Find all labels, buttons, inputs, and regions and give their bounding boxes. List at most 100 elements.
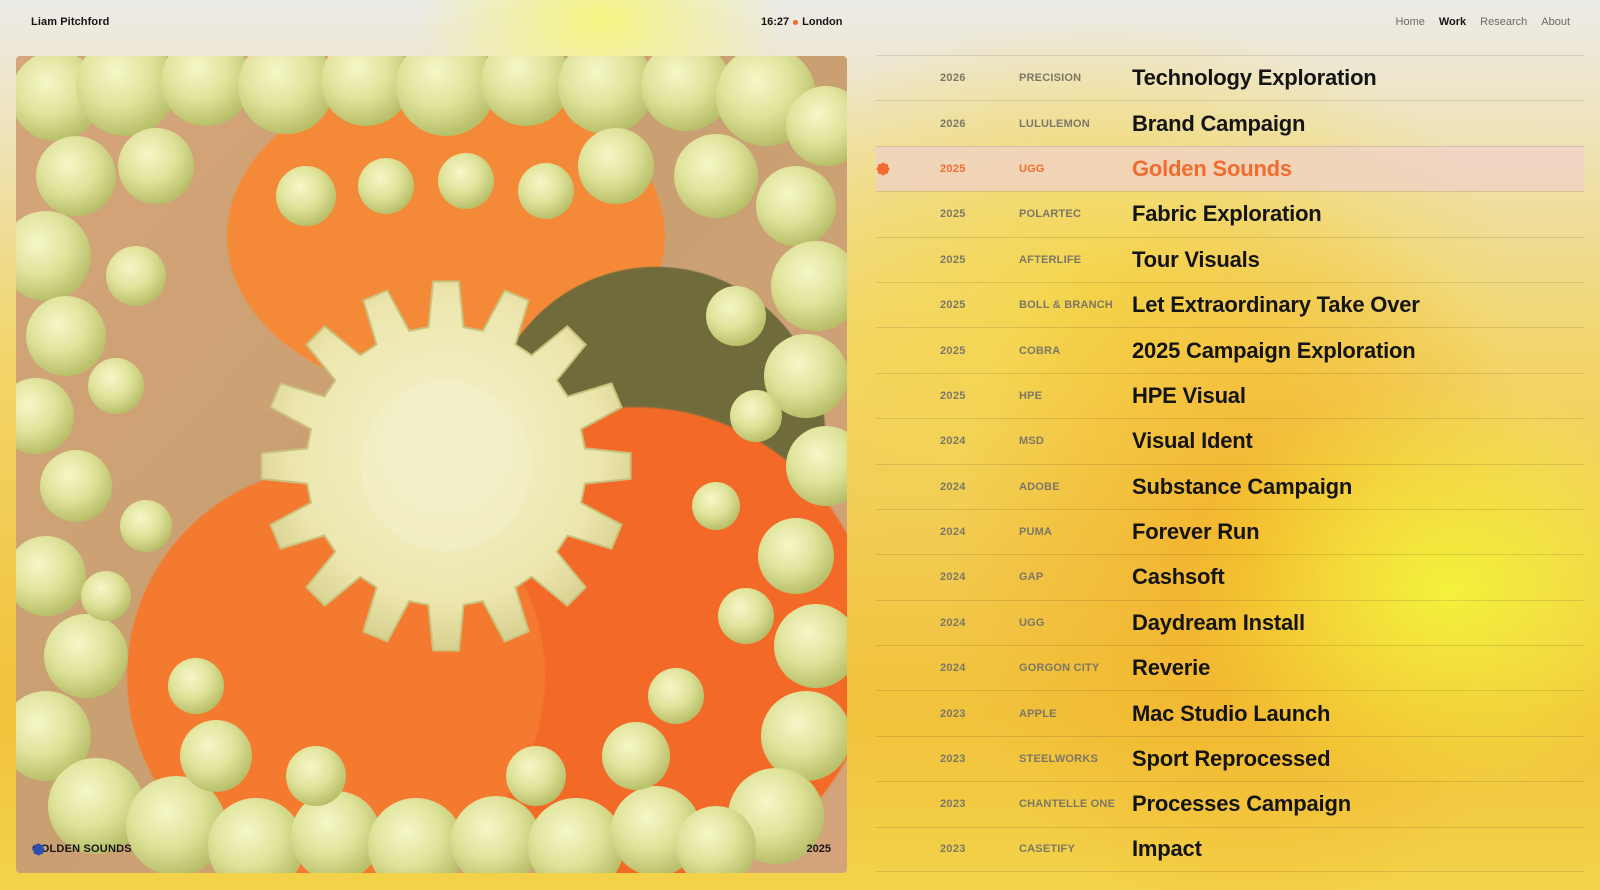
foam-blob <box>36 136 116 216</box>
project-title: HPE Visual <box>1132 382 1246 408</box>
project-title: Sport Reprocessed <box>1132 746 1331 772</box>
project-year: 2023 <box>940 798 966 811</box>
foam-blob <box>238 56 334 134</box>
project-client: BOLL & BRANCH <box>1019 299 1114 312</box>
project-row[interactable]: 2023 APPLE Mac Studio Launch <box>876 690 1584 735</box>
project-row[interactable]: 2024 MSD Visual Ident <box>876 418 1584 463</box>
project-row[interactable]: 2023 STEELWORKS Sport Reprocessed <box>876 735 1584 781</box>
project-year: 2023 <box>940 753 966 766</box>
project-row[interactable]: 2026 LULULEMON Brand Campaign <box>876 100 1584 145</box>
project-title: Cashsoft <box>1132 564 1225 590</box>
foam-blob <box>674 134 758 218</box>
foam-blob <box>578 128 654 204</box>
project-client: GAP <box>1019 571 1044 584</box>
project-row[interactable]: 2024 GAP Cashsoft <box>876 554 1584 599</box>
foam-blob <box>761 691 847 781</box>
foam-blob <box>558 56 654 134</box>
project-list: 2026 PRECISION Technology Exploration 2026 L… <box>876 55 1584 873</box>
foam-blob <box>718 588 774 644</box>
project-row[interactable]: 2023 CASETIFY Impact <box>876 826 1584 873</box>
preview-caption: GOLDEN SOUNDS <box>32 843 132 856</box>
foam-blob <box>276 166 336 226</box>
site-header: Liam Pitchford 16:27 London Home Work Re… <box>0 0 1600 46</box>
project-row[interactable]: 2025 COBRA 2025 Campaign Exploration <box>876 327 1584 372</box>
nav-home[interactable]: Home <box>1396 16 1425 28</box>
project-row[interactable]: 2025 AFTERLIFE Tour Visuals <box>876 236 1584 282</box>
project-year: 2024 <box>940 662 966 675</box>
foam-blob <box>161 56 251 126</box>
foam-blob <box>88 358 144 414</box>
project-client: APPLE <box>1019 707 1057 720</box>
foam-blob <box>528 798 624 873</box>
project-client: UGG <box>1019 616 1045 629</box>
project-title: Daydream Install <box>1132 609 1305 635</box>
project-client: UGG <box>1019 162 1045 175</box>
project-client: POLARTEC <box>1019 208 1082 221</box>
project-client: PUMA <box>1019 526 1053 539</box>
foam-blob <box>706 286 766 346</box>
project-title: Reverie <box>1132 655 1211 681</box>
foam-blob <box>16 378 74 454</box>
site-brand[interactable]: Liam Pitchford <box>31 16 109 28</box>
project-row[interactable]: 2025 BOLL & BRANCH Let Extraordinary Take … <box>876 281 1584 327</box>
project-title: Forever Run <box>1132 519 1260 545</box>
project-year: 2026 <box>940 72 966 85</box>
foam-blob <box>730 390 782 442</box>
project-client: GORGON CITY <box>1019 662 1100 675</box>
foam-blob <box>602 722 670 790</box>
project-row[interactable]: 2025 POLARTEC Fabric Exploration <box>876 191 1584 236</box>
live-dot-icon <box>793 19 799 25</box>
nav-about[interactable]: About <box>1541 16 1570 28</box>
nav-research[interactable]: Research <box>1480 16 1527 28</box>
project-row[interactable]: 2025 HPE HPE Visual <box>876 372 1584 418</box>
project-client: HPE <box>1019 389 1043 402</box>
project-client: CASETIFY <box>1019 843 1075 856</box>
project-title: Mac Studio Launch <box>1132 700 1331 726</box>
foam-blob <box>16 536 86 616</box>
foam-blob <box>180 720 252 792</box>
clock-time: 16:27 <box>761 16 790 28</box>
project-year: 2024 <box>940 435 966 448</box>
main-nav: Home Work Research About <box>1396 16 1570 28</box>
foam-blob <box>358 158 414 214</box>
project-title: Golden Sounds <box>1132 155 1292 181</box>
project-client: AFTERLIFE <box>1019 253 1082 266</box>
project-year: 2025 <box>940 253 966 266</box>
project-year: 2025 <box>940 208 966 221</box>
project-year: 2023 <box>940 843 966 856</box>
project-client: PRECISION <box>1019 72 1082 85</box>
foam-blob <box>518 163 574 219</box>
nav-work[interactable]: Work <box>1439 16 1466 28</box>
project-title: Impact <box>1132 836 1202 862</box>
project-year: 2025 <box>940 299 966 312</box>
project-row[interactable]: 2023 CHANTELLE ONE Processes Campaign <box>876 781 1584 826</box>
project-row[interactable]: 2025 UGG Golden Sounds <box>876 145 1584 192</box>
project-year: 2025 <box>940 344 966 357</box>
project-client: CHANTELLE ONE <box>1019 798 1116 811</box>
project-title: Let Extraordinary Take Over <box>1132 292 1420 318</box>
foam-blob <box>774 604 847 688</box>
project-row[interactable]: 2024 PUMA Forever Run <box>876 508 1584 554</box>
gear-sculpture <box>260 280 632 652</box>
foam-blob <box>286 746 346 806</box>
foam-blob <box>648 668 704 724</box>
foam-blob <box>26 296 106 376</box>
project-title: Processes Campaign <box>1132 791 1351 817</box>
project-row[interactable]: 2024 GORGON CITY Reverie <box>876 645 1584 690</box>
project-client: STEELWORKS <box>1019 753 1099 766</box>
project-title: 2025 Campaign Exploration <box>1132 337 1416 363</box>
foam-blob <box>106 246 166 306</box>
project-row[interactable]: 2024 UGG Daydream Install <box>876 599 1584 645</box>
project-row[interactable]: 2024 ADOBE Substance Campaign <box>876 463 1584 509</box>
foam-blob <box>481 56 571 126</box>
preview-year: 2025 <box>806 843 831 855</box>
project-row[interactable]: 2026 PRECISION Technology Exploration <box>876 55 1584 100</box>
project-year: 2024 <box>940 480 966 493</box>
project-preview-image[interactable]: GOLDEN SOUNDS 2025 <box>16 56 847 873</box>
foam-blob <box>396 56 496 136</box>
project-year: 2025 <box>940 162 966 175</box>
project-title: Fabric Exploration <box>1132 201 1322 227</box>
foam-blob <box>81 571 131 621</box>
project-year: 2024 <box>940 526 966 539</box>
foam-blob <box>168 658 224 714</box>
